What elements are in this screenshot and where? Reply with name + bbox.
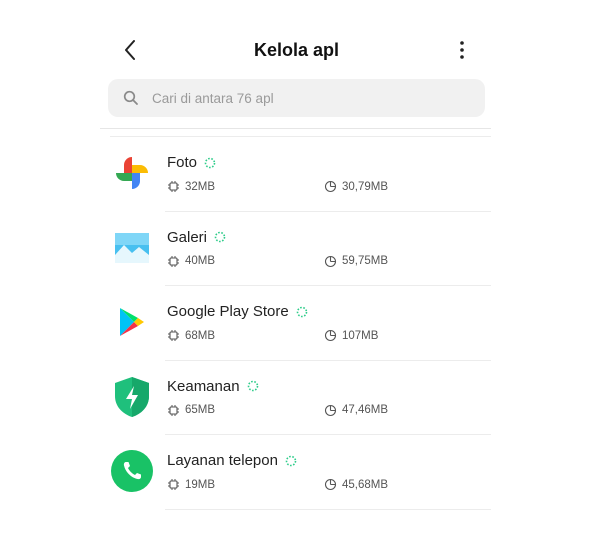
app-list: Foto 32MB 30,79MB Galeri 40MB 59,75MB Go… xyxy=(0,137,593,510)
divider xyxy=(165,508,491,510)
chip-icon xyxy=(167,180,180,193)
chip-icon xyxy=(167,329,180,342)
page-title: Kelola apl xyxy=(253,40,340,60)
pie-clock-icon xyxy=(324,329,337,342)
play-store-icon xyxy=(110,300,154,344)
storage-value: 59,75MB xyxy=(342,255,389,267)
storage-usage: 59,75MB xyxy=(324,255,388,268)
list-item[interactable]: Foto 32MB 30,79MB xyxy=(0,137,593,212)
pie-clock-icon xyxy=(324,255,337,268)
chip-icon xyxy=(167,404,180,417)
search-input[interactable] xyxy=(152,90,452,106)
list-item[interactable]: Google Play Store 68MB 107MB xyxy=(0,286,593,361)
memory-value: 68MB xyxy=(185,329,216,342)
loading-spinner-icon xyxy=(204,157,216,169)
chip-icon xyxy=(167,255,180,268)
photos-pinwheel-icon xyxy=(110,151,154,195)
search-bar[interactable] xyxy=(108,79,485,117)
loading-spinner-icon xyxy=(296,306,308,318)
gallery-landscape-icon xyxy=(110,226,154,270)
app-name: Galeri xyxy=(167,228,208,246)
pie-clock-icon xyxy=(324,180,337,193)
pie-clock-icon xyxy=(324,478,337,491)
app-name: Keamanan xyxy=(167,377,240,395)
chip-icon xyxy=(167,478,180,491)
storage-value: 30,79MB xyxy=(342,180,389,193)
more-vertical-icon xyxy=(460,41,464,59)
memory-usage: 19MB xyxy=(167,478,215,491)
storage-usage: 45,68MB xyxy=(324,478,388,491)
list-item[interactable]: Galeri 40MB 59,75MB xyxy=(0,212,593,286)
memory-usage: 40MB xyxy=(167,255,215,268)
storage-usage: 30,79MB xyxy=(324,180,388,193)
app-name: Layanan telepon xyxy=(167,452,278,469)
loading-spinner-icon xyxy=(214,231,226,243)
loading-spinner-icon xyxy=(285,455,297,467)
storage-value: 45,68MB xyxy=(342,478,389,491)
list-item[interactable]: Layanan telepon 19MB 45,68MB xyxy=(0,435,593,510)
memory-usage: 32MB xyxy=(167,180,215,193)
memory-usage: 68MB xyxy=(167,329,215,342)
memory-usage: 65MB xyxy=(167,404,215,417)
app-name: Google Play Store xyxy=(167,303,289,320)
app-name: Foto xyxy=(167,154,198,171)
list-item[interactable]: Keamanan 65MB 47,46MB xyxy=(0,361,593,435)
pie-clock-icon xyxy=(324,404,337,417)
divider xyxy=(100,128,491,129)
storage-value: 47,46MB xyxy=(342,404,389,416)
search-icon xyxy=(122,89,140,107)
loading-spinner-icon xyxy=(247,380,259,392)
memory-value: 65MB xyxy=(185,404,216,416)
storage-usage: 47,46MB xyxy=(324,404,388,417)
memory-value: 32MB xyxy=(185,180,216,193)
memory-value: 19MB xyxy=(185,478,216,491)
storage-usage: 107MB xyxy=(324,329,378,342)
more-options-button[interactable] xyxy=(450,36,474,64)
phone-service-icon xyxy=(110,449,154,493)
memory-value: 40MB xyxy=(185,255,216,267)
security-shield-icon xyxy=(110,375,154,419)
storage-value: 107MB xyxy=(342,329,379,342)
